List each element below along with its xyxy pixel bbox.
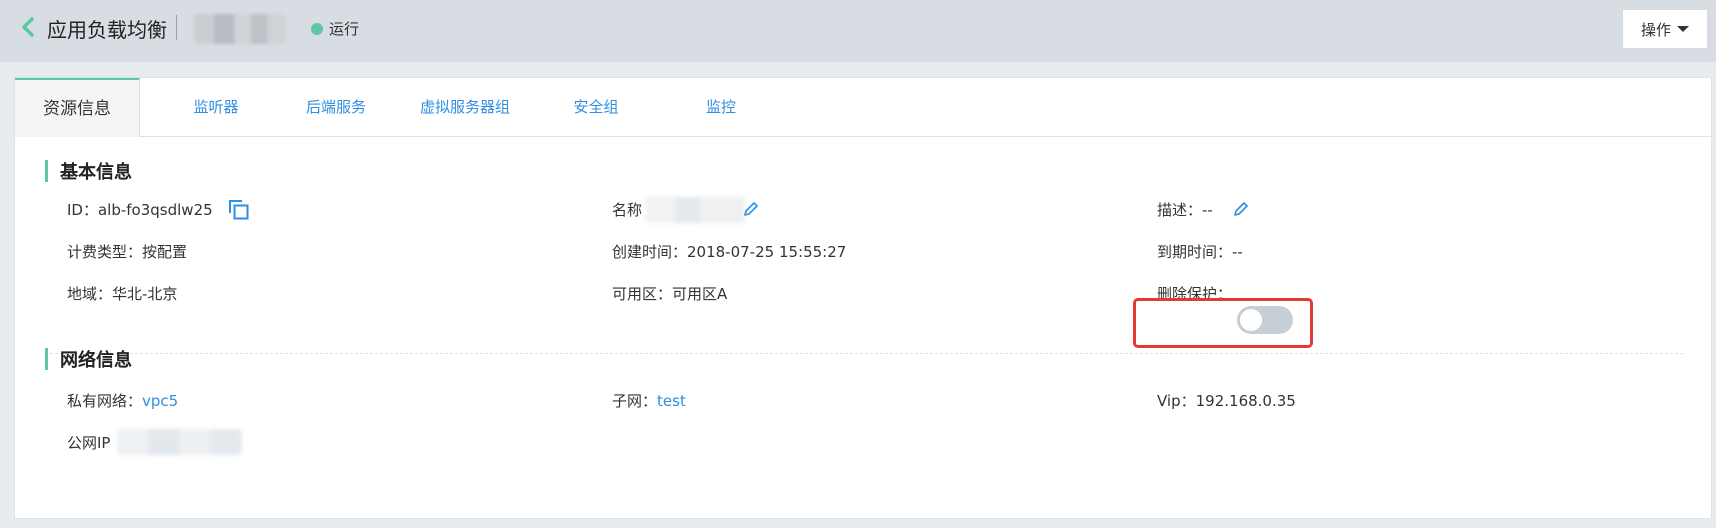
public-ip-label: 公网IP	[67, 434, 111, 452]
page-title: 应用负载均衡	[47, 18, 167, 42]
vpc-label: 私有网络：	[67, 392, 143, 410]
tab-monitoring[interactable]: 监控	[646, 78, 796, 136]
tab-bar: 资源信息 监听器 后端服务 虚拟服务器组 安全组 监控	[15, 78, 1711, 137]
region-field: 地域：华北-北京	[67, 285, 178, 303]
id-field: ID：alb-fo3qsdlw25	[67, 201, 213, 219]
section-divider	[45, 353, 1683, 354]
availability-zone-field: 可用区：可用区A	[612, 285, 728, 303]
vip-field: Vip：192.168.0.35	[1157, 392, 1296, 410]
vpc-link[interactable]: vpc5	[142, 392, 178, 410]
status-badge: 运行	[329, 20, 360, 38]
status-dot-icon	[311, 23, 323, 35]
subnet-label: 子网：	[612, 392, 658, 410]
name-field-label: 名称	[612, 201, 643, 219]
title-divider	[176, 15, 177, 40]
highlight-box	[1133, 298, 1313, 348]
tab-backend-services[interactable]: 后端服务	[261, 78, 411, 136]
vpc-field: 私有网络：vpc5	[67, 390, 178, 411]
section-network-info: 网络信息	[45, 346, 132, 372]
masked-instance-name	[194, 14, 286, 44]
billing-type-field: 计费类型：按配置	[67, 243, 188, 261]
edit-description-icon[interactable]	[1232, 200, 1250, 218]
description-field: 描述：--	[1157, 201, 1213, 219]
subnet-link[interactable]: test	[657, 392, 686, 410]
operations-label: 操作	[1640, 20, 1671, 39]
masked-public-ip	[117, 429, 242, 455]
subnet-field: 子网：test	[612, 390, 686, 411]
masked-name-value	[645, 197, 745, 223]
edit-name-icon[interactable]	[742, 200, 760, 218]
expire-time-field: 到期时间：--	[1157, 243, 1243, 261]
copy-icon[interactable]	[228, 199, 250, 221]
detail-panel: 资源信息 监听器 后端服务 虚拟服务器组 安全组 监控 基本信息 ID：alb-…	[14, 77, 1712, 519]
tab-virtual-server-groups[interactable]: 虚拟服务器组	[390, 78, 540, 136]
tab-resource-info[interactable]: 资源信息	[15, 78, 140, 137]
section-basic-info: 基本信息	[45, 158, 132, 184]
caret-down-icon	[1677, 26, 1689, 32]
created-time-field: 创建时间：2018-07-25 15:55:27	[612, 243, 847, 261]
top-bar: 应用负载均衡 运行 操作	[0, 0, 1716, 62]
back-arrow-icon[interactable]	[18, 16, 40, 38]
operations-button[interactable]: 操作	[1622, 9, 1708, 49]
